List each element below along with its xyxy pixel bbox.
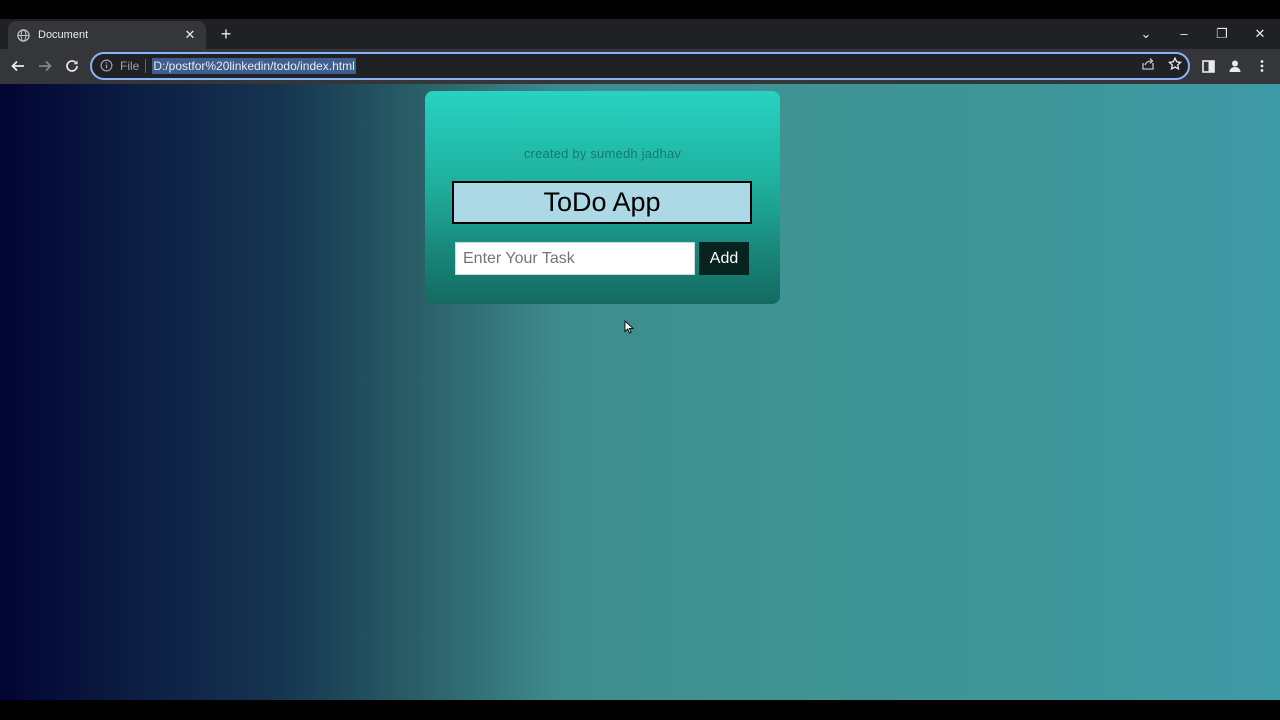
app-title: ToDo App bbox=[452, 181, 752, 224]
tab-document[interactable]: Document ✕ bbox=[8, 21, 206, 49]
address-bar[interactable]: File D:/postfor%20linkedin/todo/index.ht… bbox=[90, 52, 1190, 80]
author-credit: created by sumedh jadhav bbox=[523, 146, 682, 161]
info-icon[interactable] bbox=[100, 59, 114, 73]
side-panel-icon[interactable] bbox=[1199, 57, 1217, 75]
letterbox-top bbox=[0, 0, 1280, 19]
globe-icon bbox=[16, 28, 30, 42]
letterbox-bottom bbox=[0, 700, 1280, 720]
tab-title: Document bbox=[38, 29, 89, 41]
tab-close-icon[interactable]: ✕ bbox=[182, 27, 198, 43]
restore-button[interactable]: ❐ bbox=[1210, 23, 1234, 45]
browser-toolbar: File D:/postfor%20linkedin/todo/index.ht… bbox=[0, 49, 1280, 84]
add-task-button[interactable]: Add bbox=[699, 242, 749, 275]
forward-arrow-icon[interactable] bbox=[34, 55, 56, 77]
address-url[interactable]: D:/postfor%20linkedin/todo/index.html bbox=[152, 58, 356, 74]
kebab-menu-icon[interactable] bbox=[1253, 57, 1271, 75]
new-tab-button[interactable]: + bbox=[216, 23, 236, 45]
tab-search-icon[interactable]: ⌄ bbox=[1134, 23, 1158, 45]
back-arrow-icon[interactable] bbox=[7, 55, 29, 77]
todo-card: created by sumedh jadhav ToDo App Add bbox=[425, 91, 780, 304]
address-file-label: File bbox=[120, 59, 140, 73]
address-divider bbox=[145, 59, 147, 73]
reload-icon[interactable] bbox=[61, 55, 83, 77]
close-window-button[interactable]: ✕ bbox=[1248, 23, 1272, 45]
tab-strip: Document ✕ + ⌄ – ❐ ✕ bbox=[0, 19, 1280, 49]
share-icon[interactable] bbox=[1139, 55, 1157, 73]
minimize-button[interactable]: – bbox=[1172, 23, 1196, 45]
mouse-cursor-icon bbox=[624, 319, 635, 334]
bookmark-star-icon[interactable] bbox=[1166, 55, 1184, 73]
page-viewport: created by sumedh jadhav ToDo App Add bbox=[0, 84, 1280, 700]
task-input[interactable] bbox=[455, 242, 695, 275]
profile-icon[interactable] bbox=[1226, 57, 1244, 75]
